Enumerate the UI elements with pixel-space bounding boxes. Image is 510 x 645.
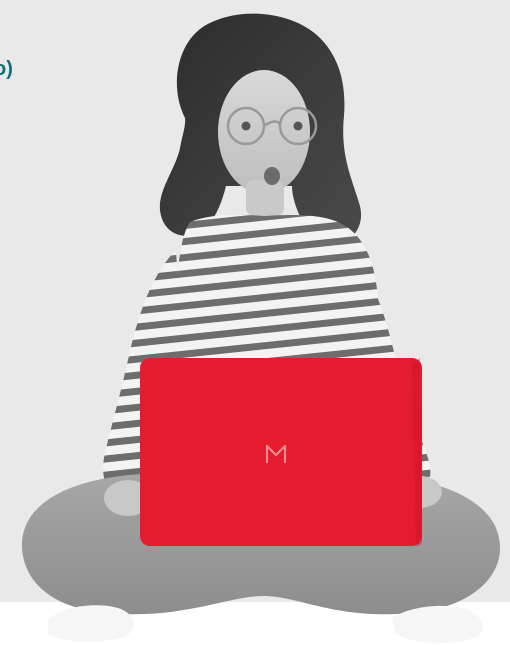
neck-shape [246, 180, 284, 216]
mouth-shape [264, 167, 280, 185]
left-eye-shape [241, 121, 251, 131]
laptop-logo-icon [265, 444, 287, 464]
left-shoe-shape [48, 605, 134, 642]
right-eye-shape [293, 121, 303, 131]
woman-with-laptop-illustration [21, 13, 500, 643]
hero-image-section: o) [0, 0, 510, 645]
